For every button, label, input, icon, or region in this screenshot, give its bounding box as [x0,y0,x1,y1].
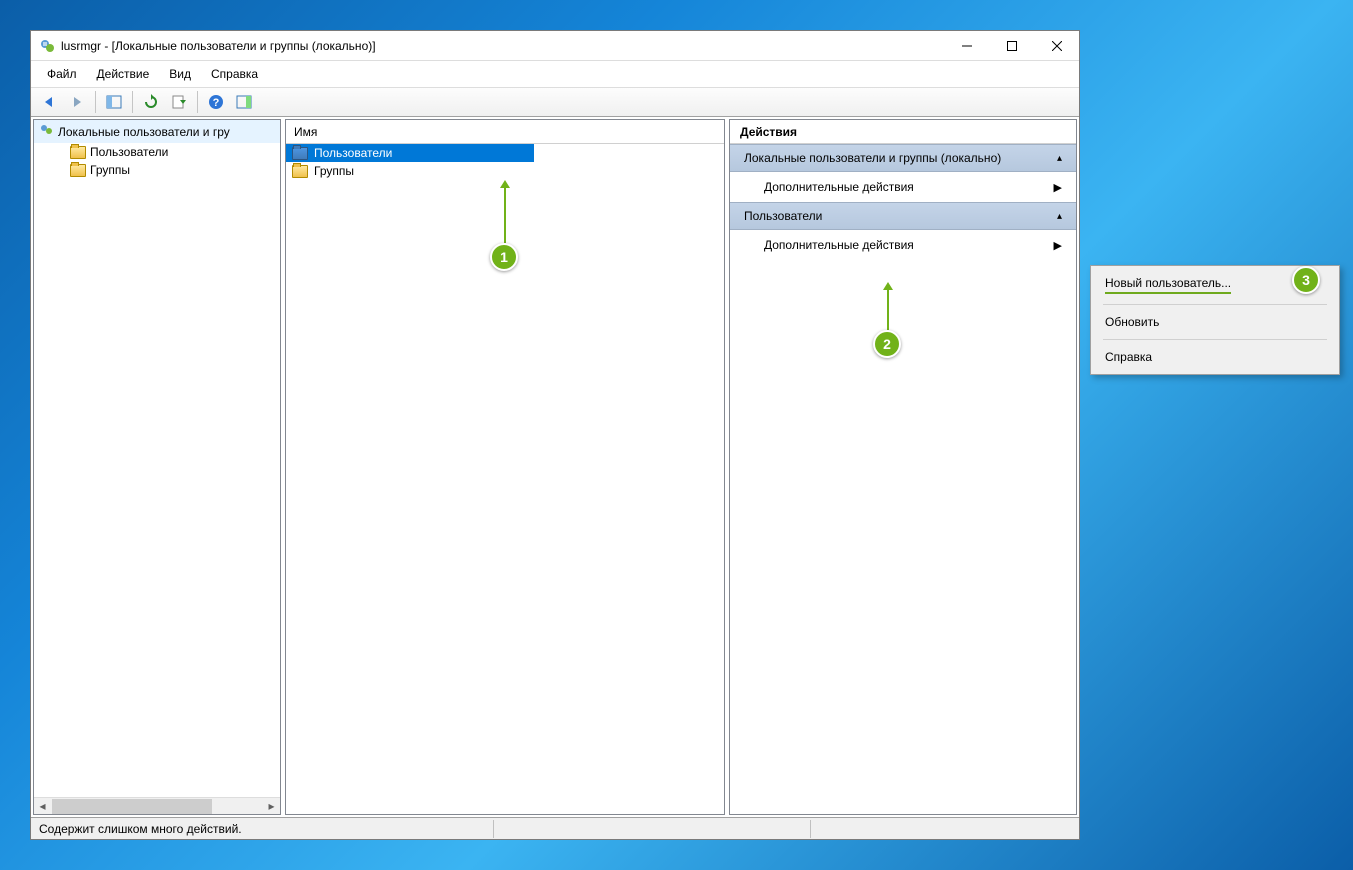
collapse-up-icon: ▴ [1057,211,1062,222]
folder-icon [292,165,308,178]
back-button[interactable] [37,90,61,114]
window-title: lusrmgr - [Локальные пользователи и груп… [61,39,944,53]
actions-more-root[interactable]: Дополнительные действия ▶ [730,172,1076,202]
list-item-label: Пользователи [314,146,392,160]
svg-text:?: ? [213,97,220,109]
context-separator [1103,304,1327,305]
column-header-name[interactable]: Имя [286,120,724,144]
users-groups-icon [38,122,54,141]
app-icon [39,38,55,54]
callout-number: 3 [1302,272,1310,288]
toolbar-separator [197,91,198,113]
toolbar-separator [132,91,133,113]
context-refresh[interactable]: Обновить [1093,309,1337,335]
menubar: Файл Действие Вид Справка [31,61,1079,87]
refresh-button[interactable] [139,90,163,114]
actions-more-users[interactable]: Дополнительные действия ▶ [730,230,1076,260]
status-text: Содержит слишком много действий. [39,822,242,836]
callout-badge-2: 2 [873,330,901,358]
actions-panel: Действия Локальные пользователи и группы… [729,119,1077,815]
actions-section-label: Пользователи [744,209,822,223]
actions-section-root[interactable]: Локальные пользователи и группы (локальн… [730,144,1076,172]
context-item-label: Обновить [1105,315,1159,329]
context-item-label: Новый пользователь... [1105,276,1231,294]
titlebar: lusrmgr - [Локальные пользователи и груп… [31,31,1079,61]
help-button[interactable]: ? [204,90,228,114]
status-separator [810,820,811,838]
callout-badge-1: 1 [490,243,518,271]
folder-icon [70,164,86,177]
forward-button[interactable] [65,90,89,114]
list-item-label: Группы [314,164,354,178]
menu-view[interactable]: Вид [159,63,201,85]
callout-arrow [504,188,506,243]
tree-item-users[interactable]: Пользователи [34,143,280,161]
export-button[interactable] [167,90,191,114]
actions-section-users[interactable]: Пользователи ▴ [730,202,1076,230]
actions-header: Действия [730,120,1076,144]
actions-item-label: Дополнительные действия [764,238,914,252]
show-hide-tree-button[interactable] [102,90,126,114]
scroll-left-icon[interactable]: ◂ [34,798,51,815]
tree-item-label: Группы [90,163,130,177]
collapse-up-icon: ▴ [1057,153,1062,164]
tree-root[interactable]: Локальные пользователи и гру [34,120,280,143]
context-item-label: Справка [1105,350,1152,364]
folder-icon [70,146,86,159]
submenu-arrow-icon: ▶ [1054,181,1062,194]
tree-item-groups[interactable]: Группы [34,161,280,179]
mmc-window: lusrmgr - [Локальные пользователи и груп… [30,30,1080,840]
minimize-button[interactable] [944,31,989,60]
tree-panel: Локальные пользователи и гру Пользовател… [33,119,281,815]
submenu-arrow-icon: ▶ [1054,239,1062,252]
actions-item-label: Дополнительные действия [764,180,914,194]
callout-badge-3: 3 [1292,266,1320,294]
scroll-thumb[interactable] [52,799,212,814]
list-item-groups[interactable]: Группы [286,162,724,180]
context-help[interactable]: Справка [1093,344,1337,370]
status-separator [493,820,494,838]
tree-item-label: Пользователи [90,145,168,159]
maximize-button[interactable] [989,31,1034,60]
callout-number: 1 [500,249,508,265]
menu-file[interactable]: Файл [37,63,87,85]
toolbar-separator [95,91,96,113]
callout-arrow [887,290,889,330]
window-controls [944,31,1079,60]
menu-action[interactable]: Действие [87,63,160,85]
tree-root-label: Локальные пользователи и гру [58,125,230,139]
folder-icon [292,147,308,160]
toolbar: ? [31,87,1079,117]
close-button[interactable] [1034,31,1079,60]
actions-section-label: Локальные пользователи и группы (локальн… [744,151,1001,165]
callout-number: 2 [883,336,891,352]
menu-help[interactable]: Справка [201,63,268,85]
statusbar: Содержит слишком много действий. [31,817,1079,839]
horizontal-scrollbar[interactable]: ◂ ▸ [34,797,280,814]
scroll-right-icon[interactable]: ▸ [263,798,280,815]
body: Локальные пользователи и гру Пользовател… [31,117,1079,817]
context-separator [1103,339,1327,340]
list-item-users[interactable]: Пользователи [286,144,534,162]
show-hide-actions-button[interactable] [232,90,256,114]
